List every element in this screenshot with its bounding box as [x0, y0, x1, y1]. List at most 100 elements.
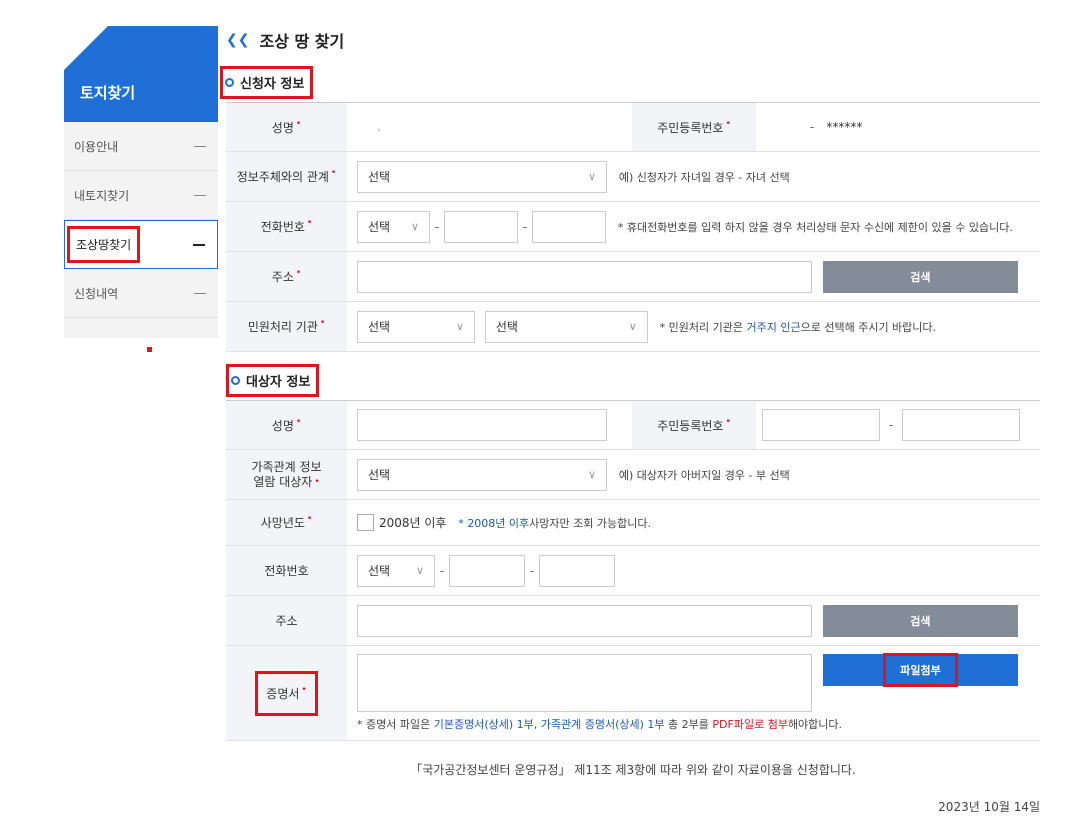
main-content: ❮❮ 조상 땅 찾기 신청자 정보 성명 • . 주민등록번호 • - ****** …	[220, 26, 1040, 815]
target-phone-label: 전화번호	[226, 545, 347, 596]
sidebar-item-history[interactable]: 신청내역	[64, 269, 218, 318]
sidebar-item-guide[interactable]: 이용안내	[64, 122, 218, 171]
chevron-down-icon: ∨	[587, 468, 596, 481]
sidebar-item-label: 내토지찾기	[74, 188, 130, 203]
form-row-family: 가족관계 정보 열람 대상자 • 선택 ∨ 예) 대상자가 아버지일 경우 - 부 선…	[226, 449, 1040, 500]
death-year-label: 사망년도 •	[226, 499, 347, 546]
annotation-mark	[147, 347, 152, 352]
sidebar: 토지찾기 이용안내 내토지찾기 조상땅찾기 신청내역	[64, 26, 218, 338]
target-phone-cell: 선택 ∨ - -	[347, 545, 1040, 596]
chevron-icon: ❮❮	[226, 32, 250, 48]
target-rrn-label: 주민등록번호 •	[632, 400, 756, 450]
bullet-icon	[225, 78, 234, 87]
file-attach-button[interactable]: 파일첨부	[823, 653, 1018, 687]
sidebar-title: 토지찾기	[80, 84, 136, 102]
address-cell: 검색	[347, 251, 1040, 302]
form-row-name: 성명 • 주민등록번호 • -	[226, 400, 1040, 450]
required-mark: •	[725, 118, 731, 129]
family-select[interactable]: 선택 ∨	[357, 458, 607, 491]
name-value: .	[347, 102, 632, 152]
phone-last-input[interactable]	[532, 210, 606, 243]
target-address-search-button[interactable]: 검색	[822, 604, 1018, 637]
address-label: 주소 •	[226, 251, 347, 302]
certificate-label: 증명서 •	[255, 670, 318, 716]
target-name-label: 성명 •	[226, 400, 347, 450]
address-search-button[interactable]: 검색	[822, 260, 1018, 293]
page-title: ❮❮ 조상 땅 찾기	[226, 26, 1040, 54]
target-rrn-front-input[interactable]	[762, 409, 880, 441]
required-mark: •	[306, 514, 313, 524]
required-mark: •	[301, 684, 307, 695]
form-row-target-phone: 전화번호 선택 ∨ - -	[226, 545, 1040, 596]
certificate-cell: 파일첨부 * 증명서 파일은 기본증명서(상세) 1부, 가족관계 증명서(상세…	[347, 645, 1040, 741]
sidebar-item-ancestor-land[interactable]: 조상땅찾기	[64, 220, 218, 269]
dash-icon	[193, 243, 205, 246]
name-label: 성명 •	[226, 102, 347, 152]
target-section-title: 대상자 정보	[226, 364, 320, 397]
required-mark: •	[330, 168, 337, 178]
sidebar-item-my-land[interactable]: 내토지찾기	[64, 171, 218, 220]
form-row-agency: 민원처리 기관 • 선택 ∨ 선택 ∨ * 민원처리 기관은 거주지 인근으로 선택해…	[226, 301, 1040, 352]
sidebar-item-label: 신청내역	[74, 286, 119, 301]
agency-select-1[interactable]: 선택 ∨	[357, 310, 475, 343]
rrn-label: 주민등록번호 •	[632, 102, 756, 152]
form-row-relation: 정보주체와의 관계 • 선택 ∨ 예) 신청자가 자녀일 경우 - 자녀 선택	[226, 151, 1040, 202]
required-mark: •	[319, 318, 326, 328]
target-rrn-cell: -	[756, 400, 1040, 450]
target-address-label: 주소	[226, 595, 347, 646]
dash-icon	[194, 292, 206, 294]
family-cell: 선택 ∨ 예) 대상자가 아버지일 경우 - 부 선택	[347, 449, 1040, 500]
certificate-file-box	[357, 654, 812, 712]
phone-note: * 휴대전화번호를 입력 하지 않을 경우 처리상태 문자 수신에 제한이 있을…	[617, 220, 1013, 234]
rrn-value: - ******	[756, 102, 1040, 152]
consent-text: 「국가공간정보센터 운영규정」 제11조 제3항에 따라 위와 같이 자료이용을…	[410, 763, 856, 777]
death-year-note: * 2008년 이후사망자만 조회 가능합니다.	[458, 516, 651, 530]
required-mark: •	[295, 118, 302, 129]
target-form: 성명 • 주민등록번호 • - 가족관계 정보 열람 대상자 • 선택 ∨ 예) 대상자가…	[226, 400, 1040, 741]
death-year-cell: 2008년 이후 * 2008년 이후사망자만 조회 가능합니다.	[347, 499, 1040, 546]
agency-select-2[interactable]: 선택 ∨	[484, 310, 648, 343]
relation-label: 정보주체와의 관계 •	[226, 151, 347, 202]
required-mark: •	[306, 218, 313, 228]
chevron-down-icon: ∨	[628, 320, 637, 333]
form-row-name: 성명 • . 주민등록번호 • - ******	[226, 102, 1040, 152]
page-title-text: 조상 땅 찾기	[259, 32, 345, 51]
required-mark: •	[295, 416, 302, 427]
form-row-address: 주소 • 검색	[226, 251, 1040, 302]
relation-cell: 선택 ∨ 예) 신청자가 자녀일 경우 - 자녀 선택	[347, 151, 1040, 202]
required-mark: •	[295, 268, 302, 278]
chevron-down-icon: ∨	[455, 320, 464, 333]
target-address-input[interactable]	[357, 604, 812, 637]
target-address-cell: 검색	[347, 595, 1040, 646]
target-phone-middle-input[interactable]	[449, 554, 525, 587]
phone-label: 전화번호 •	[226, 201, 347, 252]
section-title-text: 대상자 정보	[246, 375, 311, 390]
death-year-checkbox-label: 2008년 이후	[379, 516, 447, 530]
address-input[interactable]	[357, 260, 812, 293]
agency-cell: 선택 ∨ 선택 ∨ * 민원처리 기관은 거주지 인근으로 선택해 주시기 바랍니다…	[347, 301, 1040, 352]
target-phone-last-input[interactable]	[539, 554, 615, 587]
target-name-input[interactable]	[357, 409, 607, 441]
sidebar-item-label: 이용안내	[74, 139, 119, 154]
target-phone-prefix-select[interactable]: 선택 ∨	[357, 554, 435, 587]
death-year-checkbox[interactable]	[357, 514, 374, 531]
target-rrn-back-input[interactable]	[902, 409, 1020, 441]
phone-cell: 선택 ∨ - - * 휴대전화번호를 입력 하지 않을 경우 처리상태 문자 수신에 …	[347, 201, 1040, 252]
agency-note: * 민원처리 기관은 거주지 인근으로 선택해 주시기 바랍니다.	[659, 320, 937, 334]
target-name-cell	[347, 400, 632, 450]
sidebar-header: 토지찾기	[64, 26, 218, 122]
phone-prefix-select[interactable]: 선택 ∨	[357, 210, 430, 243]
certificate-note: * 증명서 파일은 기본증명서(상세) 1부, 가족관계 증명서(상세) 1부 …	[357, 718, 843, 731]
required-mark: •	[725, 416, 731, 427]
applicant-form: 성명 • . 주민등록번호 • - ****** 정보주체와의 관계 • 선택 ∨ 예) …	[226, 102, 1040, 352]
phone-middle-input[interactable]	[444, 210, 518, 243]
dash-icon	[194, 194, 206, 196]
relation-select[interactable]: 선택 ∨	[357, 160, 607, 193]
section-title-text: 신청자 정보	[240, 77, 305, 92]
certificate-label-cell: 증명서 •	[226, 645, 347, 741]
dash-icon	[194, 145, 206, 147]
sidebar-footer	[64, 318, 218, 338]
sidebar-item-label: 조상땅찾기	[67, 226, 141, 263]
bullet-icon	[231, 376, 240, 385]
form-row-death-year: 사망년도 • 2008년 이후 * 2008년 이후사망자만 조회 가능합니다.	[226, 499, 1040, 546]
